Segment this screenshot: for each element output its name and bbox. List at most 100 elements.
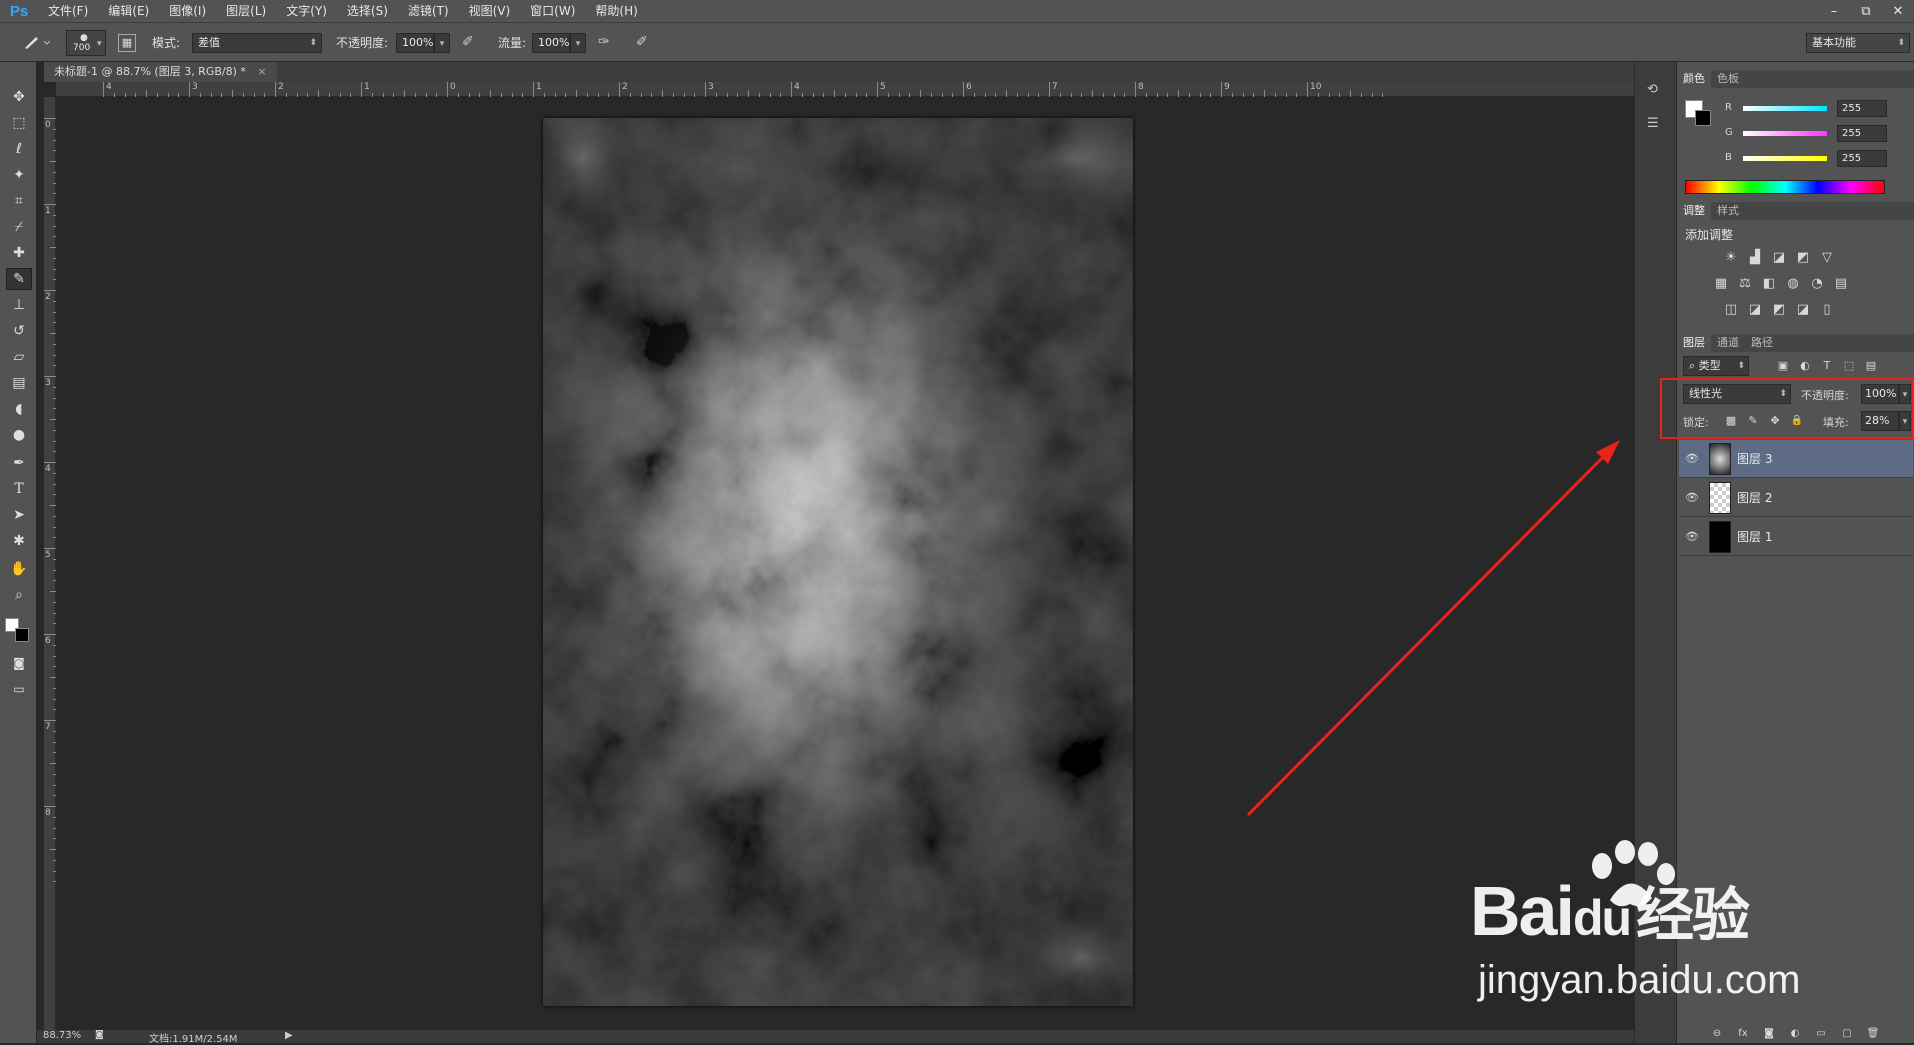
exposure-icon[interactable]: ◩	[1793, 248, 1813, 266]
invert-icon[interactable]: ◫	[1721, 300, 1741, 318]
zoom-tool-icon[interactable]: ⌕	[6, 584, 32, 606]
properties-panel-icon[interactable]: ☰	[1647, 116, 1665, 134]
magic-wand-tool-icon[interactable]: ✦	[6, 164, 32, 186]
visibility-eye-icon[interactable]: 👁	[1679, 530, 1705, 543]
layer-name[interactable]: 图层 2	[1737, 489, 1772, 506]
menu-view[interactable]: 视图(V)	[459, 0, 521, 22]
channel-g-slider[interactable]	[1743, 131, 1827, 136]
screen-mode-icon[interactable]: ▭	[6, 678, 32, 700]
pressure-opacity-icon[interactable]: ✐	[462, 34, 474, 50]
zoom-level[interactable]: 88.73%	[43, 1030, 81, 1041]
layer-row-3[interactable]: 👁 图层 3	[1679, 440, 1913, 478]
eyedropper-tool-icon[interactable]: ⌿	[6, 216, 32, 238]
channel-r-value[interactable]: 255	[1837, 100, 1887, 117]
menu-type[interactable]: 文字(Y)	[276, 0, 337, 22]
new-adjustment-icon[interactable]: ◐	[1785, 1024, 1805, 1042]
layer-name[interactable]: 图层 1	[1737, 528, 1772, 545]
smart-object-filter-icon[interactable]: ▤	[1861, 356, 1881, 374]
color-balance-icon[interactable]: ⚖	[1735, 274, 1755, 292]
new-group-icon[interactable]: ▭	[1811, 1024, 1831, 1042]
clone-stamp-tool-icon[interactable]: ⊥	[6, 294, 32, 316]
brush-size-picker[interactable]: ● 700 ▾	[66, 30, 106, 56]
eraser-tool-icon[interactable]: ▱	[6, 346, 32, 368]
menu-file[interactable]: 文件(F)	[38, 0, 98, 22]
color-spectrum-bar[interactable]	[1685, 180, 1885, 194]
threshold-icon[interactable]: ◩	[1769, 300, 1789, 318]
layer-row-2[interactable]: 👁 图层 2	[1679, 479, 1913, 517]
selective-color-icon[interactable]: ◪	[1793, 300, 1813, 318]
tab-styles[interactable]: 样式	[1711, 202, 1745, 220]
path-selection-tool-icon[interactable]: ➤	[6, 504, 32, 526]
pixel-filter-icon[interactable]: ▣	[1773, 356, 1793, 374]
posterize-icon[interactable]: ◪	[1745, 300, 1765, 318]
flow-input[interactable]: 100%	[532, 33, 570, 53]
history-panel-icon[interactable]: ⟲	[1647, 82, 1665, 100]
levels-icon[interactable]: ▟	[1745, 248, 1765, 266]
lasso-tool-icon[interactable]: ℓ	[6, 138, 32, 160]
hand-tool-icon[interactable]: ✋	[6, 558, 32, 580]
close-tab-icon[interactable]: ×	[257, 65, 266, 78]
hue-saturation-icon[interactable]: ▦	[1711, 274, 1731, 292]
layer-style-icon[interactable]: fx	[1733, 1024, 1753, 1042]
status-menu-arrow-icon[interactable]: ▶	[285, 1030, 293, 1041]
pen-tool-icon[interactable]: ✒	[6, 452, 32, 474]
close-button[interactable]: ✕	[1882, 0, 1914, 22]
restore-button[interactable]: ⧉	[1850, 0, 1882, 22]
gradient-tool-icon[interactable]: ▤	[6, 372, 32, 394]
crop-tool-icon[interactable]: ⌗	[6, 190, 32, 212]
photo-filter-icon[interactable]: ◍	[1783, 274, 1803, 292]
new-layer-icon[interactable]: ▢	[1837, 1024, 1857, 1042]
mode-select[interactable]: 差值 ⬍	[192, 33, 322, 53]
menu-filter[interactable]: 滤镜(T)	[398, 0, 459, 22]
tab-layers[interactable]: 图层	[1677, 334, 1711, 352]
delete-layer-icon[interactable]: 🗑	[1863, 1024, 1883, 1042]
shape-filter-icon[interactable]: ⬚	[1839, 356, 1859, 374]
link-layers-icon[interactable]: ⊖	[1707, 1024, 1727, 1042]
move-tool-icon[interactable]: ✥	[6, 86, 32, 108]
menu-select[interactable]: 选择(S)	[337, 0, 398, 22]
blur-tool-icon[interactable]: ◖	[6, 398, 32, 420]
brush-tool-preset-icon[interactable]	[22, 33, 51, 54]
channel-mixer-icon[interactable]: ◔	[1807, 274, 1827, 292]
brightness-icon[interactable]: ☀	[1721, 248, 1741, 266]
marquee-tool-icon[interactable]: ⬚	[6, 112, 32, 134]
dodge-tool-icon[interactable]: ●	[6, 424, 32, 446]
layer-name[interactable]: 图层 3	[1737, 450, 1772, 467]
add-mask-icon[interactable]: ◙	[1759, 1024, 1779, 1042]
brush-panel-toggle-icon[interactable]: ▦	[118, 34, 136, 52]
document-canvas[interactable]	[543, 118, 1133, 1006]
menu-edit[interactable]: 编辑(E)	[98, 0, 159, 22]
visibility-eye-icon[interactable]: 👁	[1679, 452, 1705, 465]
visibility-eye-icon[interactable]: 👁	[1679, 491, 1705, 504]
menu-image[interactable]: 图像(I)	[159, 0, 216, 22]
tab-color[interactable]: 颜色	[1677, 70, 1711, 88]
black-white-icon[interactable]: ◧	[1759, 274, 1779, 292]
tab-channels[interactable]: 通道	[1711, 334, 1745, 352]
custom-shape-tool-icon[interactable]: ✱	[6, 530, 32, 552]
airbrush-icon[interactable]: ✑	[598, 34, 610, 50]
tab-paths[interactable]: 路径	[1745, 334, 1779, 352]
workspace-switcher[interactable]: 基本功能 ⬍	[1806, 33, 1910, 53]
status-info-icon[interactable]: ◙	[95, 1030, 104, 1040]
panel-background-swatch[interactable]	[1695, 110, 1711, 126]
history-brush-tool-icon[interactable]: ↺	[6, 320, 32, 342]
channel-b-slider[interactable]	[1743, 156, 1827, 161]
pressure-size-icon[interactable]: ✐	[636, 34, 648, 50]
channel-g-value[interactable]: 255	[1837, 125, 1887, 142]
opacity-input[interactable]: 100%	[396, 33, 434, 53]
color-lookup-icon[interactable]: ▤	[1831, 274, 1851, 292]
adjustment-filter-icon[interactable]: ◐	[1795, 356, 1815, 374]
tab-adjustments[interactable]: 调整	[1677, 202, 1711, 220]
gradient-map-icon[interactable]: ▯	[1817, 300, 1837, 318]
channel-b-value[interactable]: 255	[1837, 150, 1887, 167]
menu-help[interactable]: 帮助(H)	[585, 0, 647, 22]
menu-layer[interactable]: 图层(L)	[216, 0, 276, 22]
channel-r-slider[interactable]	[1743, 106, 1827, 111]
brush-tool-icon[interactable]: ✎	[6, 268, 32, 290]
tab-swatches[interactable]: 色板	[1711, 70, 1745, 88]
curves-icon[interactable]: ◪	[1769, 248, 1789, 266]
document-tab[interactable]: 未标题-1 @ 88.7% (图层 3, RGB/8) * ×	[44, 62, 277, 82]
healing-brush-tool-icon[interactable]: ✚	[6, 242, 32, 264]
minimize-button[interactable]: –	[1818, 0, 1850, 22]
type-filter-icon[interactable]: T	[1817, 356, 1837, 374]
